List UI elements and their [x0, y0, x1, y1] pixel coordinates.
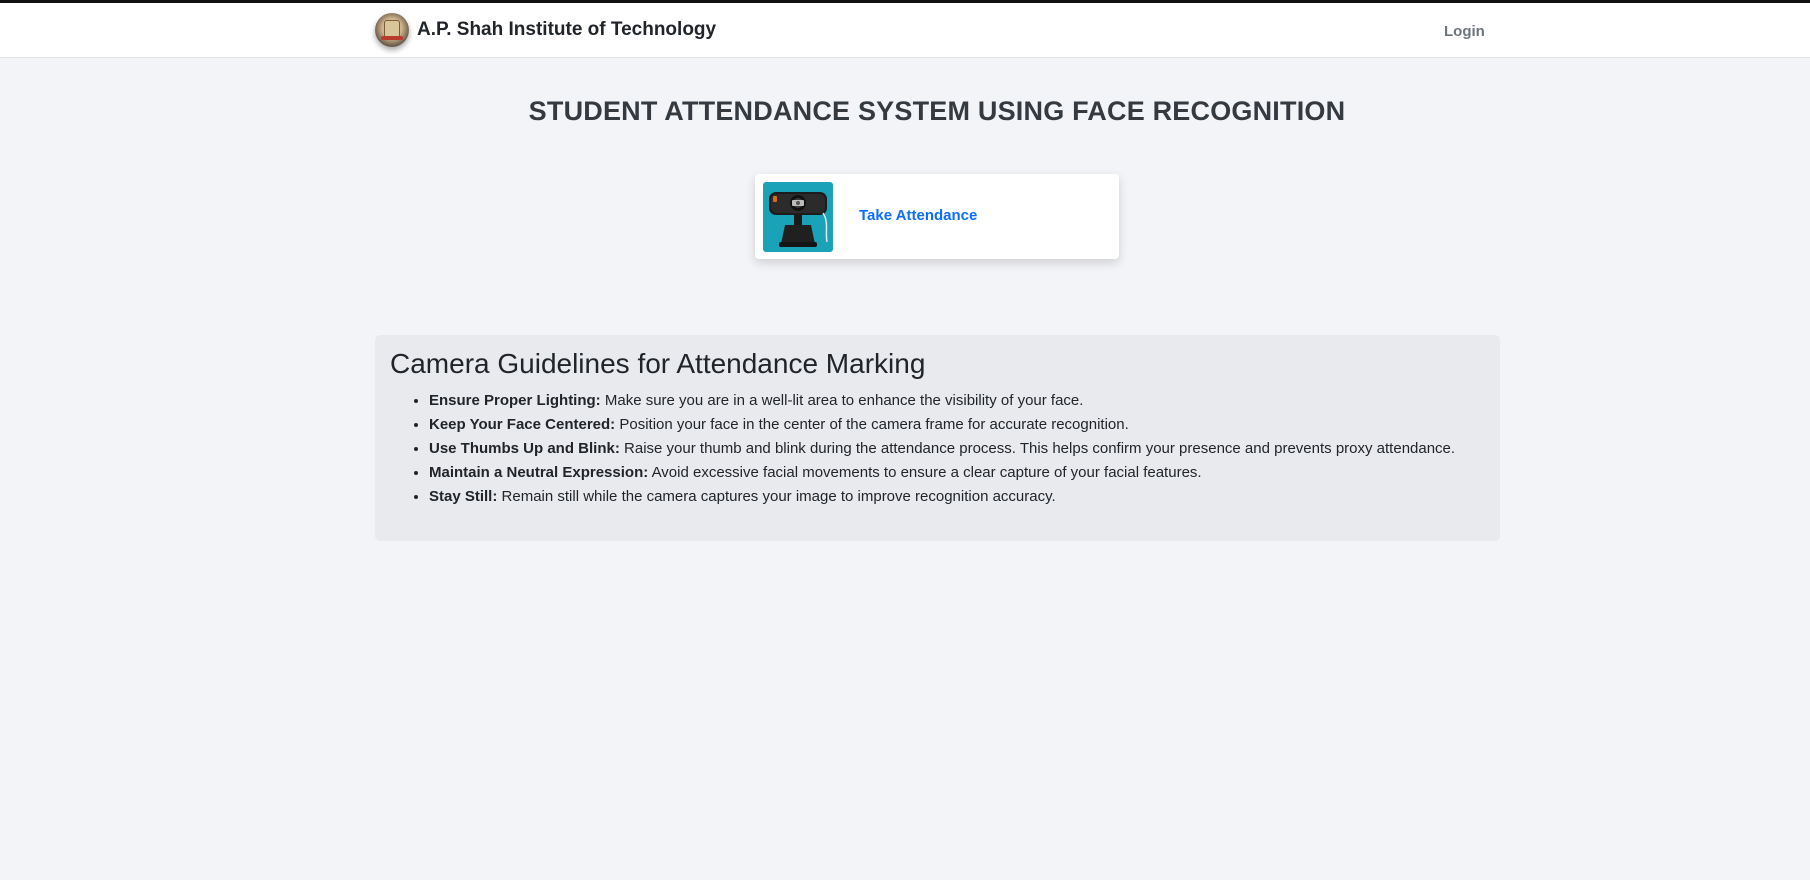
guideline-text: Position your face in the center of the …: [619, 416, 1129, 433]
camera-guidelines-panel: Camera Guidelines for Attendance Marking…: [375, 335, 1500, 541]
take-attendance-card[interactable]: Take Attendance: [755, 174, 1119, 259]
guideline-item-centered: Keep Your Face Centered: Position your f…: [429, 413, 1485, 437]
guideline-item-expression: Maintain a Neutral Expression: Avoid exc…: [429, 461, 1485, 485]
guideline-text: Remain still while the camera captures y…: [501, 488, 1056, 505]
guideline-item-still: Stay Still: Remain still while the camer…: [429, 485, 1485, 509]
guideline-title: Use Thumbs Up and Blink:: [429, 440, 620, 457]
guideline-text: Make sure you are in a well-lit area to …: [604, 392, 1084, 409]
guideline-item-lighting: Ensure Proper Lighting: Make sure you ar…: [429, 389, 1485, 413]
take-attendance-label: Take Attendance: [859, 207, 978, 224]
guidelines-list: Ensure Proper Lighting: Make sure you ar…: [390, 389, 1485, 509]
guideline-text: Raise your thumb and blink during the at…: [624, 440, 1456, 457]
navbar: A.P. Shah Institute of Technology Login: [0, 3, 1810, 58]
page-title: STUDENT ATTENDANCE SYSTEM USING FACE REC…: [528, 96, 1346, 126]
guideline-item-thumbs-blink: Use Thumbs Up and Blink: Raise your thum…: [429, 437, 1485, 461]
guideline-title: Stay Still:: [429, 488, 498, 505]
brand-name: A.P. Shah Institute of Technology: [417, 19, 717, 40]
guideline-title: Keep Your Face Centered:: [429, 416, 616, 433]
guideline-title: Ensure Proper Lighting:: [429, 392, 601, 409]
webcam-icon: [763, 182, 833, 252]
guidelines-heading: Camera Guidelines for Attendance Marking: [390, 348, 926, 379]
guideline-text: Avoid excessive facial movements to ensu…: [651, 464, 1202, 481]
brand-link[interactable]: A.P. Shah Institute of Technology: [375, 13, 716, 47]
login-link[interactable]: Login: [1444, 23, 1485, 40]
institute-seal-icon: [375, 13, 409, 47]
guideline-title: Maintain a Neutral Expression:: [429, 464, 649, 481]
